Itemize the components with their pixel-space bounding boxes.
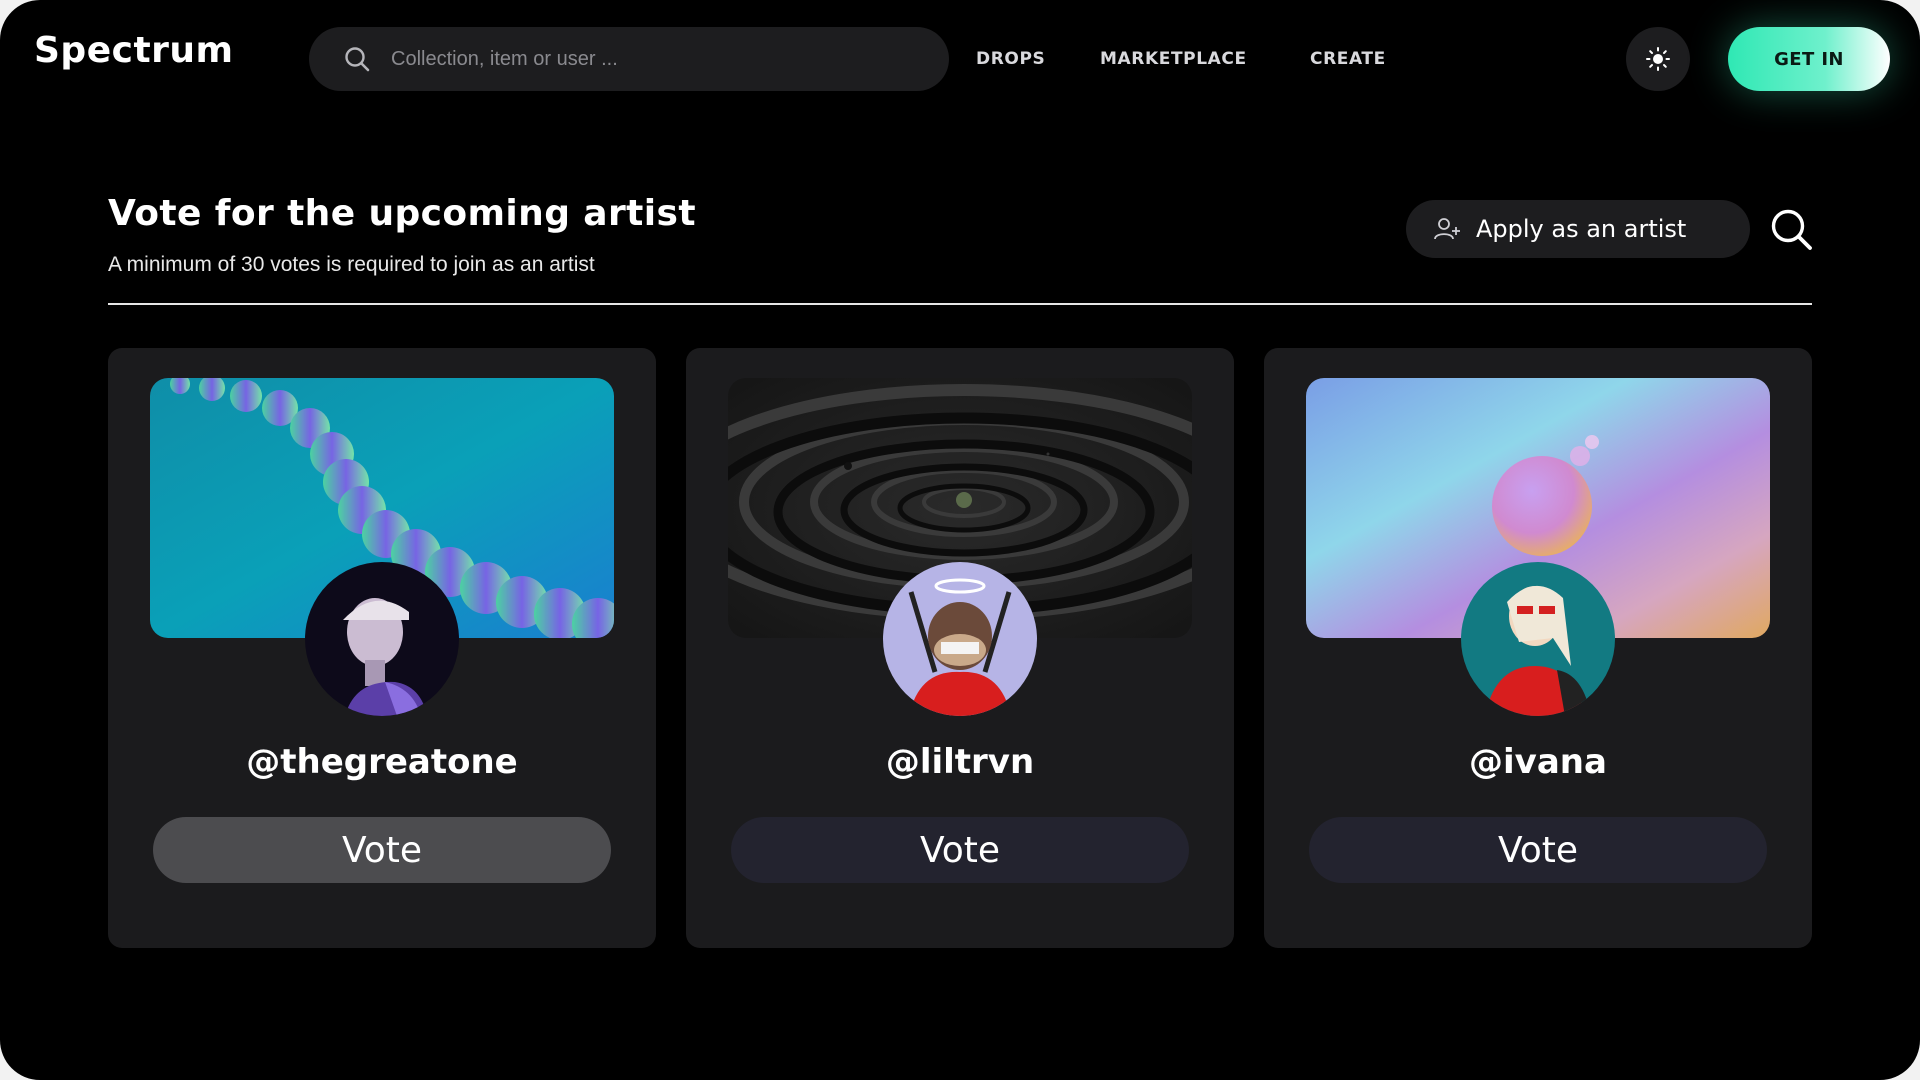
search-bar[interactable] (309, 27, 949, 91)
apply-label: Apply as an artist (1476, 215, 1687, 243)
artist-handle[interactable]: @ivana (1264, 742, 1812, 782)
artist-avatar (1461, 562, 1615, 716)
sun-icon (1646, 47, 1670, 71)
artist-avatar (305, 562, 459, 716)
search-input[interactable] (389, 46, 913, 72)
theme-toggle-button[interactable] (1626, 27, 1690, 91)
app-window: Spectrum DROPS MARKETPLACE CREATE GET IN (0, 0, 1920, 1080)
artist-card: @thegreatone Vote (108, 348, 656, 948)
vote-button[interactable]: Vote (731, 817, 1189, 883)
search-icon[interactable] (1768, 206, 1816, 254)
artist-card: @ivana Vote (1264, 348, 1812, 948)
artist-handle[interactable]: @liltrvn (686, 742, 1234, 782)
nav-marketplace[interactable]: MARKETPLACE (1100, 49, 1247, 69)
apply-as-artist-button[interactable]: Apply as an artist (1406, 200, 1750, 258)
add-user-icon (1434, 218, 1460, 240)
nav-create[interactable]: CREATE (1310, 49, 1386, 69)
logo[interactable]: Spectrum (34, 30, 234, 71)
vote-button[interactable]: Vote (1309, 817, 1767, 883)
vote-button[interactable]: Vote (153, 817, 611, 883)
artist-handle[interactable]: @thegreatone (108, 742, 656, 782)
divider (108, 303, 1812, 305)
page-subtitle: A minimum of 30 votes is required to joi… (108, 253, 595, 276)
artist-avatar (883, 562, 1037, 716)
search-icon (345, 47, 370, 72)
page-title: Vote for the upcoming artist (108, 193, 696, 234)
nav-drops[interactable]: DROPS (976, 49, 1045, 69)
get-in-button[interactable]: GET IN (1728, 27, 1890, 91)
artist-card: @liltrvn Vote (686, 348, 1234, 948)
